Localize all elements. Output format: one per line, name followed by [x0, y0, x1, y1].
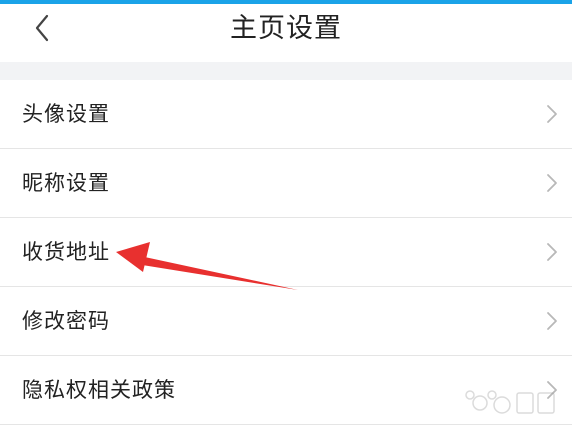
page-title: 主页设置 [230, 13, 342, 44]
header-bar: 主页设置 [0, 4, 572, 62]
settings-item-shipping-address[interactable]: 收货地址 [0, 218, 572, 287]
chevron-right-icon [547, 312, 557, 330]
settings-item-change-password[interactable]: 修改密码 [0, 287, 572, 356]
settings-item-avatar[interactable]: 头像设置 [0, 80, 572, 149]
settings-page: 主页设置 头像设置 昵称设置 收货地址 修改密码 隐私权相关政策 [0, 0, 572, 441]
settings-item-label: 修改密码 [22, 309, 110, 333]
chevron-right-icon [547, 174, 557, 192]
settings-item-nickname[interactable]: 昵称设置 [0, 149, 572, 218]
chevron-right-icon [547, 243, 557, 261]
settings-item-privacy-policy[interactable]: 隐私权相关政策 [0, 356, 572, 425]
settings-item-label: 收货地址 [22, 240, 110, 264]
settings-item-label: 隐私权相关政策 [22, 378, 176, 402]
settings-list: 头像设置 昵称设置 收货地址 修改密码 隐私权相关政策 [0, 80, 572, 425]
section-gap [0, 62, 572, 80]
settings-item-label: 昵称设置 [22, 171, 110, 195]
settings-item-label: 头像设置 [22, 102, 110, 126]
chevron-right-icon [547, 381, 557, 399]
chevron-right-icon [547, 105, 557, 123]
